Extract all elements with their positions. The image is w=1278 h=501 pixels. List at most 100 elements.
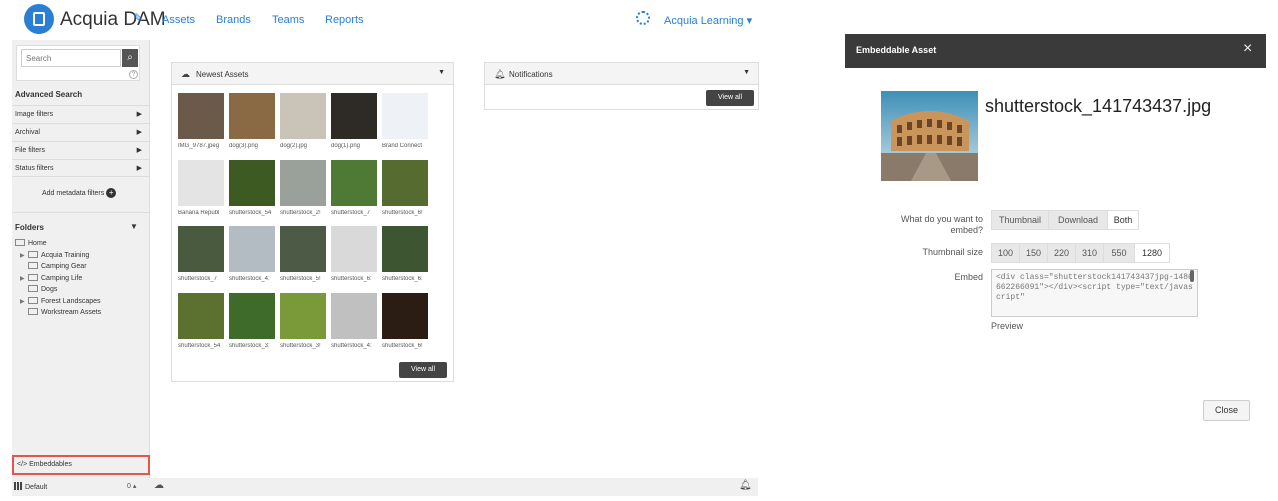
folder-item[interactable]: Workstream Assets (20, 307, 101, 318)
asset-thumbnail[interactable]: shutterstock_4: (229, 226, 275, 282)
folder-item[interactable]: ▶ Acquia Training (20, 250, 89, 261)
nav-assets[interactable]: Assets (162, 14, 195, 26)
acquia-logo-icon[interactable] (24, 4, 54, 34)
asset-thumbnail[interactable]: shutterstock_3: (229, 292, 275, 349)
filter-image[interactable]: Image filters ▶ (12, 105, 150, 123)
asset-thumbnail[interactable]: shutterstock_7 (331, 159, 377, 216)
embeddables-link[interactable]: </> Embeddables (12, 455, 150, 475)
user-menu[interactable]: Acquia Learning ▾ (664, 14, 752, 27)
top-bar: Acquia DAM ✎ Assets Brands Teams Reports… (0, 0, 760, 40)
brand-name[interactable]: Acquia DAM (60, 9, 166, 31)
panel-menu-caret-icon[interactable]: ▼ (438, 69, 445, 76)
size-option-1280[interactable]: 1280 (1134, 243, 1170, 263)
bell-icon[interactable]: 🔔︎ (739, 480, 752, 491)
asset-caption: shutterstock_4: (229, 276, 270, 282)
folder-icon (15, 239, 25, 246)
asset-thumbnail[interactable]: shutterstock_2! (280, 159, 326, 216)
embed-option-download[interactable]: Download (1048, 210, 1108, 230)
panel-menu-caret-icon[interactable]: ▼ (743, 69, 750, 76)
asset-caption: dog(1).png (331, 143, 361, 149)
filter-status[interactable]: Status filters ▶ (12, 159, 150, 177)
asset-thumbnail[interactable]: shutterstock_54 (229, 159, 275, 216)
add-metadata-filters[interactable]: Add metadata filters + (42, 188, 117, 198)
asset-caption: dog(3).png (229, 143, 259, 149)
folder-item[interactable]: Camping Gear (20, 261, 87, 272)
asset-caption: IMG_9787.jpeg (178, 143, 220, 149)
asset-image (280, 226, 326, 272)
settings-gear-icon[interactable] (636, 11, 650, 25)
folder-icon (28, 308, 38, 315)
size-option-310[interactable]: 310 (1075, 243, 1104, 263)
asset-thumbnail[interactable]: shutterstock_6! (382, 159, 428, 216)
view-default[interactable]: Default (14, 482, 47, 491)
preview-link[interactable]: Preview (991, 321, 1023, 331)
asset-thumbnail[interactable]: shutterstock_54 (178, 292, 224, 349)
grid-icon (14, 482, 22, 490)
embed-code-textarea[interactable]: <div class="shutterstock141743437jpg-148… (991, 269, 1198, 317)
asset-thumbnail[interactable]: dog(3).png (229, 93, 275, 149)
advanced-search-heading: Advanced Search (15, 90, 83, 99)
asset-thumbnail[interactable]: Brand Connect (382, 93, 428, 149)
filter-archival[interactable]: Archival ▶ (12, 123, 150, 141)
embed-option-both[interactable]: Both (1107, 210, 1139, 230)
close-icon[interactable]: × (1243, 40, 1252, 58)
asset-thumbnail[interactable]: dog(1).png (331, 93, 377, 149)
asset-thumbnail[interactable]: shutterstock_3! (280, 292, 326, 349)
asset-caption: Brand Connect (382, 143, 423, 149)
asset-caption: dog(2).jpg (280, 143, 308, 149)
asset-thumbnail[interactable]: shutterstock_6! (382, 292, 428, 349)
embed-option-thumbnail[interactable]: Thumbnail (991, 210, 1049, 230)
folder-label: Dogs (41, 286, 58, 293)
help-icon[interactable]: ? (129, 70, 138, 79)
filter-file[interactable]: File filters ▶ (12, 141, 150, 159)
notifications-title: Notifications (509, 70, 553, 79)
nav-brands[interactable]: Brands (216, 14, 251, 26)
embed-code-scrollbar[interactable] (1190, 270, 1194, 282)
expand-arrow-icon[interactable]: ▶ (20, 251, 28, 262)
asset-caption: shutterstock_6: (382, 276, 423, 282)
asset-thumbnail[interactable]: Banana Republ (178, 159, 224, 216)
size-option-220[interactable]: 220 (1047, 243, 1076, 263)
embeddable-asset-modal: Embeddable Asset × shutterstock_14174343… (845, 34, 1266, 434)
view-all-assets-button[interactable]: View all (399, 362, 447, 378)
nav-reports[interactable]: Reports (325, 14, 364, 26)
asset-image (280, 159, 326, 206)
upload-cloud-icon[interactable]: ☁ (154, 480, 164, 491)
folder-icon (28, 273, 38, 281)
code-icon: </> (17, 461, 28, 468)
asset-image (229, 226, 275, 272)
newest-assets-title: Newest Assets (196, 70, 249, 79)
asset-caption: Banana Republ (178, 209, 220, 216)
asset-thumbnail[interactable]: shutterstock_6: (331, 226, 377, 282)
folders-toggle-icon[interactable]: ▼ (130, 222, 138, 231)
asset-thumbnail[interactable]: shutterstock_6: (382, 226, 428, 282)
asset-thumbnail[interactable]: dog(2).jpg (280, 93, 326, 149)
size-option-550[interactable]: 550 (1103, 243, 1135, 263)
asset-image (229, 93, 275, 139)
search-button[interactable]: ⌕ (122, 49, 138, 67)
folder-item[interactable]: ▶ Forest Landscapes (20, 296, 101, 307)
search-input[interactable] (21, 49, 121, 67)
asset-image (280, 292, 326, 339)
size-option-100[interactable]: 100 (991, 243, 1020, 263)
nav-teams[interactable]: Teams (272, 14, 304, 26)
bottom-count[interactable]: 0 ▴ (127, 482, 136, 490)
chevron-right-icon: ▶ (136, 165, 142, 172)
folder-item[interactable]: Home (15, 238, 47, 249)
cloud-upload-icon: ☁ (181, 69, 190, 79)
asset-image (178, 93, 224, 139)
asset-thumbnail[interactable]: shutterstock_5! (280, 226, 326, 282)
folder-item[interactable]: Dogs (20, 284, 57, 295)
brand-edit-icon[interactable]: ✎ (133, 11, 143, 25)
asset-thumbnail[interactable]: shutterstock_4: (331, 292, 377, 349)
folder-item[interactable]: ▶ Camping Life (20, 273, 82, 284)
view-all-notifications-button[interactable]: View all (706, 90, 754, 106)
asset-image (229, 292, 275, 339)
expand-arrow-icon[interactable]: ▶ (20, 274, 28, 285)
size-option-150[interactable]: 150 (1019, 243, 1048, 263)
asset-caption: shutterstock_3! (280, 342, 321, 349)
asset-thumbnail[interactable]: IMG_9787.jpeg (178, 93, 224, 149)
close-button[interactable]: Close (1203, 400, 1250, 421)
expand-arrow-icon[interactable]: ▶ (20, 297, 28, 308)
asset-thumbnail[interactable]: shutterstock_7 (178, 226, 224, 282)
